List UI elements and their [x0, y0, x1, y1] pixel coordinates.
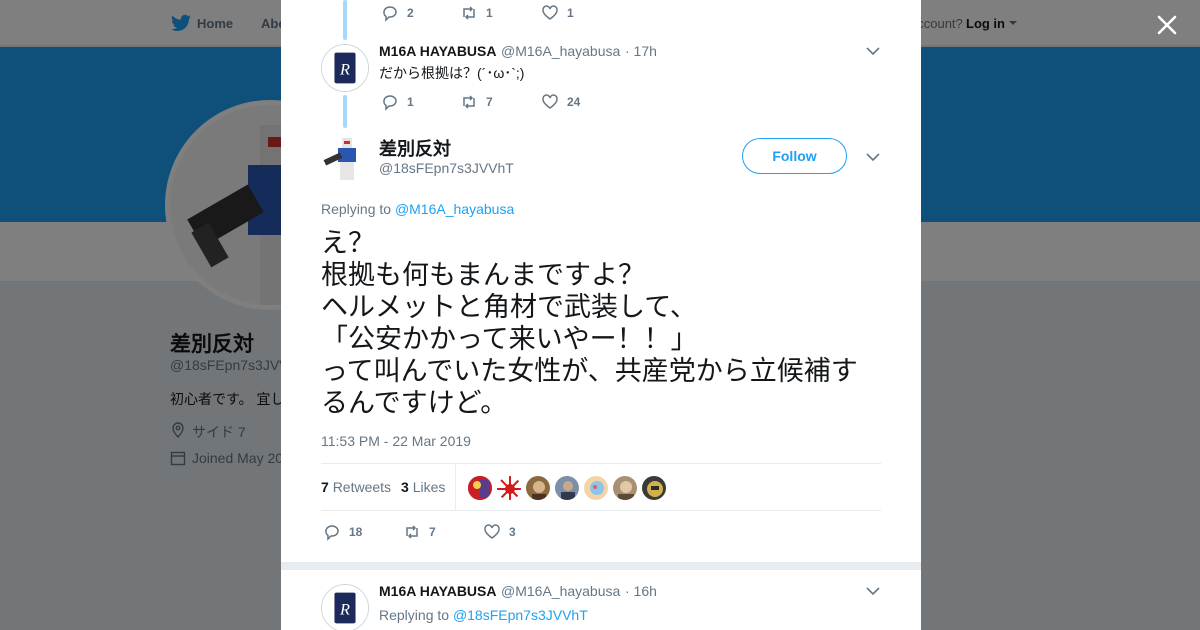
liker-avatar[interactable]	[467, 475, 493, 501]
reply-icon	[383, 95, 397, 111]
like-icon	[542, 5, 558, 20]
replying-prefix: Replying to	[321, 201, 395, 217]
liker-avatar[interactable]	[525, 475, 551, 501]
like-icon	[542, 94, 558, 109]
reply-count: 18	[349, 525, 363, 539]
reply-count: 1	[407, 95, 414, 109]
retweet-action[interactable]: 7	[403, 523, 483, 541]
tweet-text-line: 根拠も何もまんまですよ？	[321, 260, 645, 290]
retweet-icon	[463, 95, 475, 109]
tweet-modal: 2 1 1 R M16A HAYABUSA @M16A_hayabusa · 1…	[281, 0, 921, 630]
liker-avatar[interactable]	[612, 475, 638, 501]
tweet-text-line: え？	[321, 228, 375, 258]
tweet-text-line: って叫んでいた女性が、共産党から立候補す	[321, 356, 858, 386]
replying-to-link[interactable]: @M16A_hayabusa	[395, 201, 514, 217]
like-count: 1	[567, 6, 574, 20]
liker-avatar[interactable]	[496, 475, 522, 501]
thread-connector	[343, 0, 347, 40]
likes-label: Likes	[412, 479, 446, 495]
retweet-icon	[406, 525, 418, 539]
like-icon	[484, 524, 500, 539]
reply-action[interactable]: 18	[323, 523, 403, 541]
close-icon[interactable]	[1155, 13, 1179, 37]
avatar[interactable]	[321, 134, 369, 182]
retweet-count: 1	[486, 6, 493, 20]
retweets-label: Retweets	[332, 479, 392, 495]
chevron-down-icon[interactable]	[865, 585, 881, 597]
tweet-time[interactable]: · 17h	[625, 43, 657, 59]
chevron-down-icon[interactable]	[865, 45, 881, 57]
replying-to: Replying to @M16A_hayabusa	[321, 201, 514, 217]
svg-text:R: R	[339, 600, 350, 619]
retweets-stat[interactable]: 7 Retweets	[321, 479, 391, 495]
liker-avatar[interactable]	[641, 475, 667, 501]
liker-avatar[interactable]	[554, 475, 580, 501]
tweet-text-line: 「公安かかって来いやー！！」	[321, 324, 698, 354]
thread-connector	[343, 95, 347, 128]
tweet-text-line: ヘルメットと角材で武装して、	[321, 292, 697, 322]
like-action[interactable]: 1	[541, 4, 574, 22]
replying-to-link[interactable]: @18sFEpn7s3JVVhT	[453, 607, 588, 623]
liker-avatar[interactable]	[583, 475, 609, 501]
tweet-text-line: るんですけど。	[321, 388, 508, 418]
retweet-count: 7	[486, 95, 493, 109]
tweet-author-handle[interactable]: @18sFEpn7s3JVVhT	[379, 160, 514, 176]
like-count: 24	[567, 95, 581, 109]
tweet-time[interactable]: · 16h	[625, 583, 657, 599]
avatar[interactable]: R	[321, 584, 369, 630]
replying-to: Replying to @18sFEpn7s3JVVhT	[379, 607, 588, 623]
tweet-text: え？ 根拠も何もまんまですよ？ ヘルメットと角材で武装して、 「公安かかって来い…	[321, 227, 891, 419]
tweet-author-handle[interactable]: @M16A_hayabusa	[501, 43, 620, 59]
like-action[interactable]: 3	[483, 523, 516, 541]
divider	[455, 464, 456, 510]
retweet-action[interactable]: 1	[460, 4, 541, 22]
svg-text:R: R	[339, 60, 350, 79]
tweet-actions: 1 7 24	[381, 92, 580, 112]
tweet-text: だから根拠は？(´･ω･`;)	[379, 65, 525, 81]
tweet-author-name[interactable]: M16A HAYABUSA	[379, 583, 496, 599]
tweet-author-name[interactable]: M16A HAYABUSA	[379, 43, 496, 59]
reply-count: 2	[407, 6, 414, 20]
likes-stat[interactable]: 3 Likes	[401, 479, 445, 495]
retweet-action[interactable]: 7	[460, 93, 541, 111]
like-action[interactable]: 24	[541, 93, 580, 111]
reply-icon	[383, 6, 397, 22]
tweet-stats: 7 Retweets 3 Likes	[321, 463, 881, 511]
follow-button[interactable]: Follow	[742, 138, 847, 174]
reply-action[interactable]: 1	[381, 93, 460, 111]
tweet-actions: 18 7 3	[323, 522, 516, 542]
chevron-down-icon[interactable]	[865, 151, 881, 163]
reply-icon	[325, 525, 339, 541]
like-count: 3	[509, 525, 516, 539]
retweet-icon	[463, 6, 475, 20]
tweet-author-name[interactable]: 差別反対	[379, 135, 451, 161]
avatar[interactable]: R	[321, 44, 369, 92]
tweet-timestamp[interactable]: 11:53 PM - 22 Mar 2019	[321, 433, 471, 449]
replying-prefix: Replying to	[379, 607, 453, 623]
retweet-count: 7	[429, 525, 436, 539]
retweets-count: 7	[321, 479, 329, 495]
tweet-actions: 2 1 1	[381, 3, 574, 23]
divider	[281, 562, 921, 570]
tweet-author-handle[interactable]: @M16A_hayabusa	[501, 583, 620, 599]
likes-count: 3	[401, 479, 409, 495]
reply-action[interactable]: 2	[381, 4, 460, 22]
